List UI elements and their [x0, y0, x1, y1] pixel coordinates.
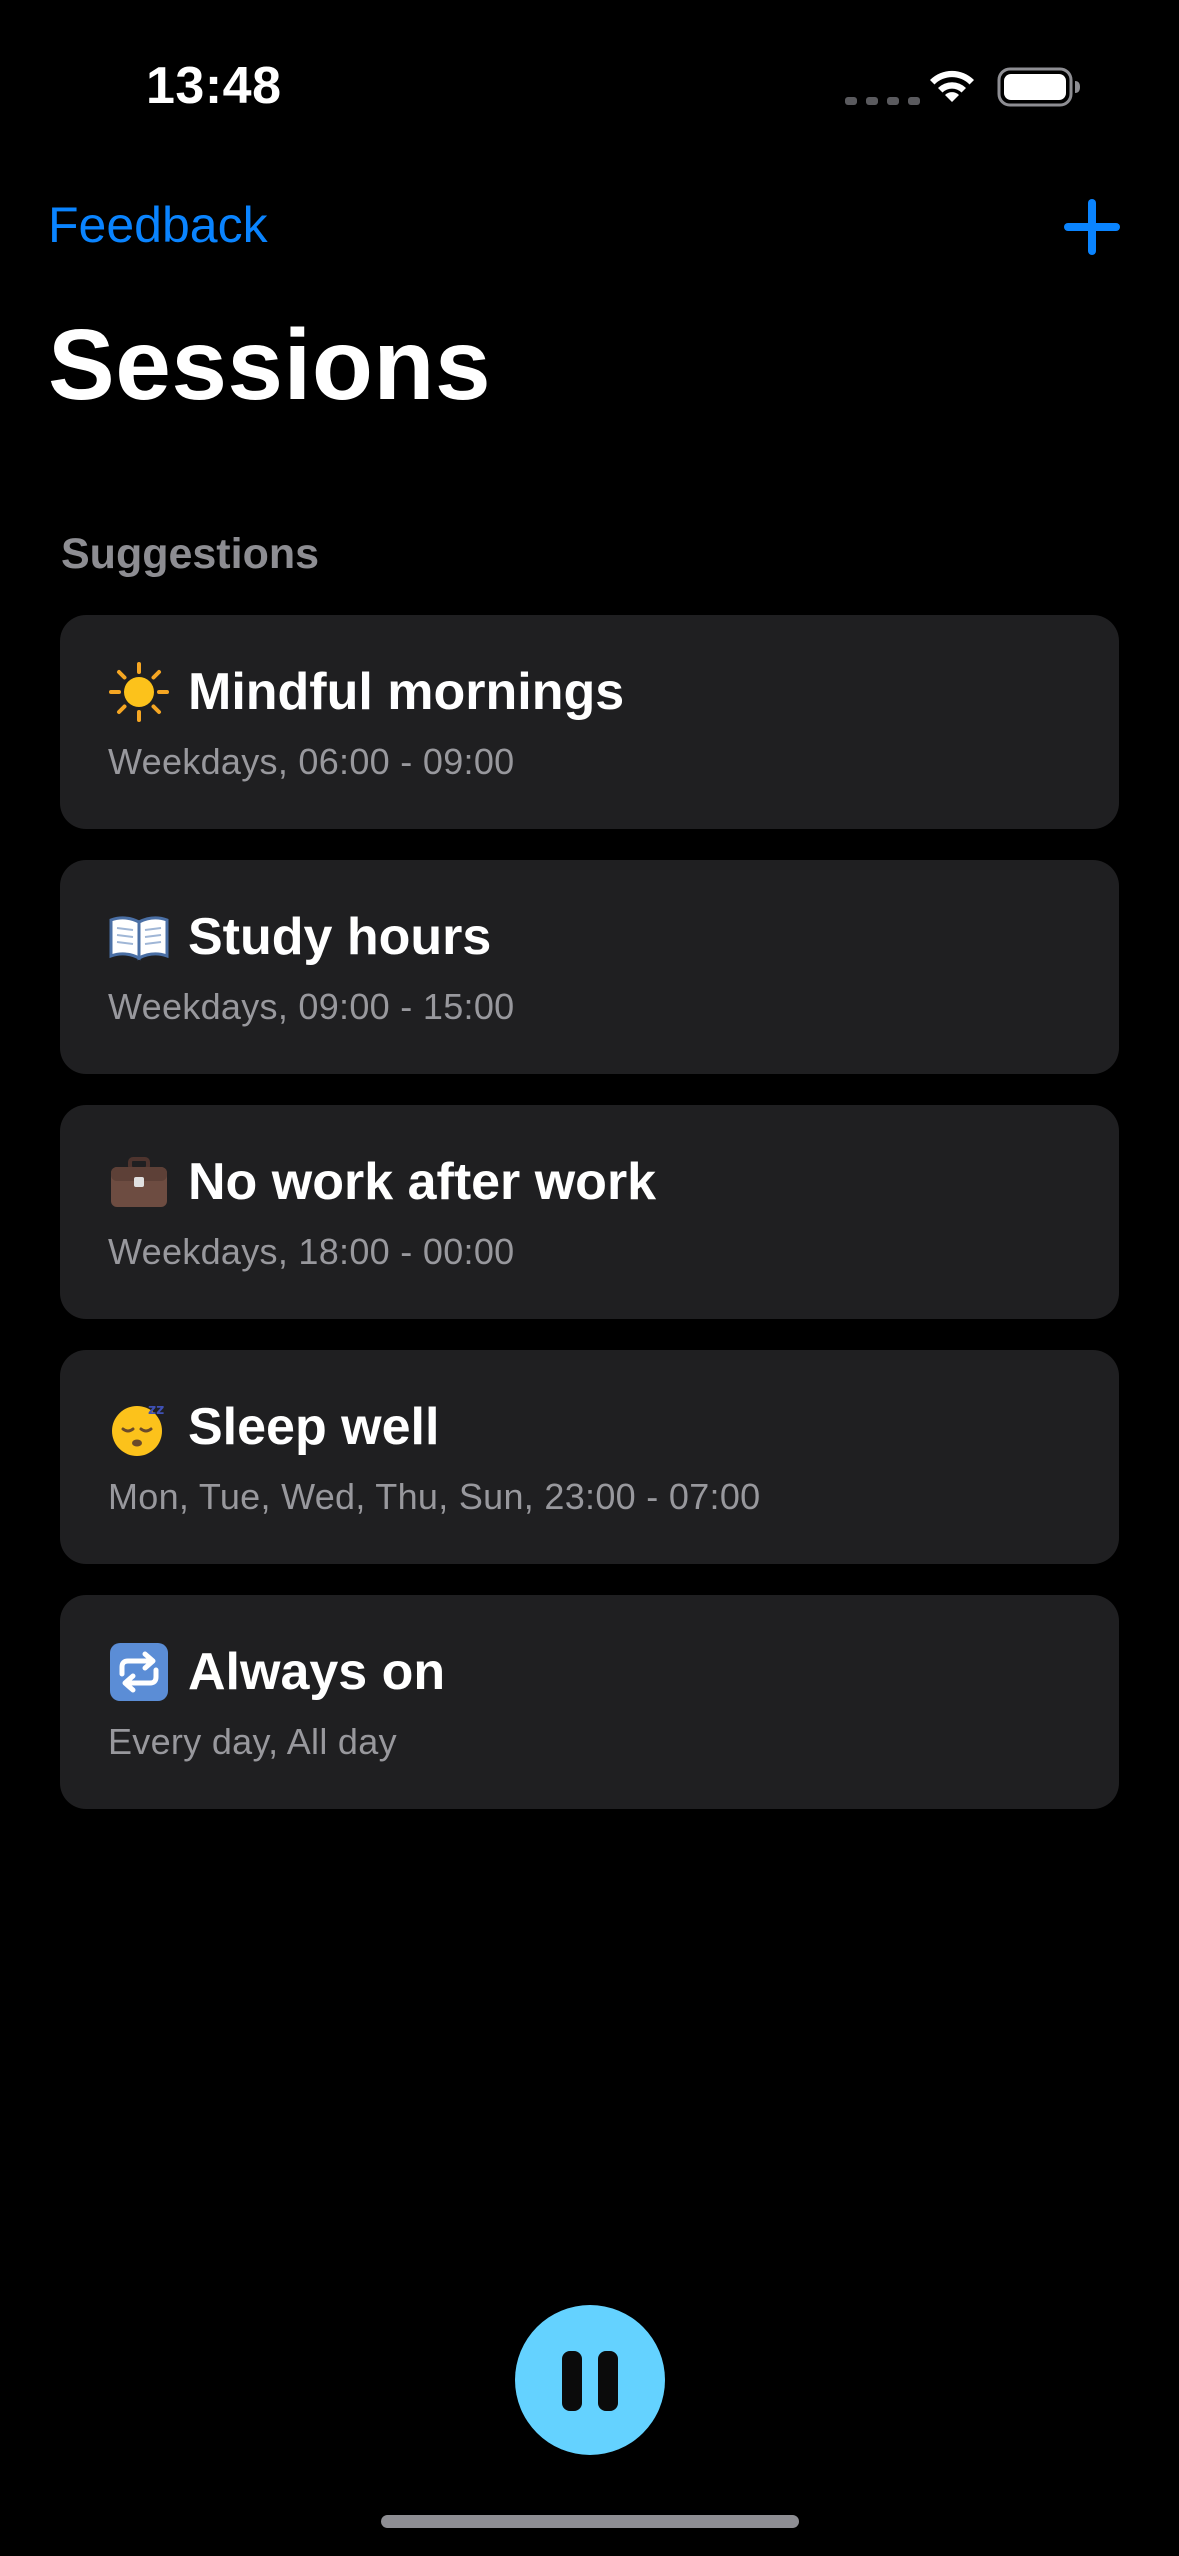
card-title: No work after work: [188, 1153, 657, 1211]
pause-button[interactable]: [515, 2305, 665, 2455]
section-label-suggestions: Suggestions: [61, 530, 320, 578]
feedback-link[interactable]: Feedback: [48, 196, 268, 254]
suggestion-card-sleep-well[interactable]: zz Sleep well Mon, Tue, Wed, Thu, Sun, 2…: [60, 1350, 1119, 1564]
sun-icon: [109, 662, 169, 722]
card-title: Mindful mornings: [188, 663, 625, 721]
suggestion-card-always-on[interactable]: Always on Every day, All day: [60, 1595, 1119, 1809]
status-time: 13:48: [146, 57, 282, 115]
battery-icon: [997, 67, 1080, 107]
sleeping-face-icon: zz: [112, 1402, 164, 1456]
card-title: Always on: [188, 1643, 446, 1701]
page-title: Sessions: [48, 309, 492, 421]
wifi-icon: [930, 70, 974, 102]
svg-text:zz: zz: [148, 1402, 164, 1418]
status-bar: 13:48: [0, 0, 1179, 170]
suggestion-card-study-hours[interactable]: Study hours Weekdays, 09:00 - 15:00: [60, 860, 1119, 1074]
card-title: Sleep well: [188, 1398, 440, 1456]
home-indicator[interactable]: [381, 2515, 799, 2528]
card-schedule: Every day, All day: [108, 1721, 397, 1762]
repeat-icon: [110, 1643, 168, 1701]
open-book-icon: [109, 916, 169, 961]
card-title: Study hours: [188, 908, 492, 966]
card-schedule: Weekdays, 09:00 - 15:00: [108, 986, 515, 1027]
pause-icon: [562, 2351, 582, 2411]
plus-icon[interactable]: [1062, 197, 1122, 257]
card-schedule: Weekdays, 18:00 - 00:00: [108, 1231, 515, 1272]
suggestion-card-no-work-after-work[interactable]: No work after work Weekdays, 18:00 - 00:…: [60, 1105, 1119, 1319]
briefcase-icon: [111, 1157, 167, 1207]
card-schedule: Mon, Tue, Wed, Thu, Sun, 23:00 - 07:00: [108, 1476, 761, 1517]
card-schedule: Weekdays, 06:00 - 09:00: [108, 741, 515, 782]
signal-dots-icon: [845, 97, 920, 105]
suggestion-card-mindful-mornings[interactable]: Mindful mornings Weekdays, 06:00 - 09:00: [60, 615, 1119, 829]
